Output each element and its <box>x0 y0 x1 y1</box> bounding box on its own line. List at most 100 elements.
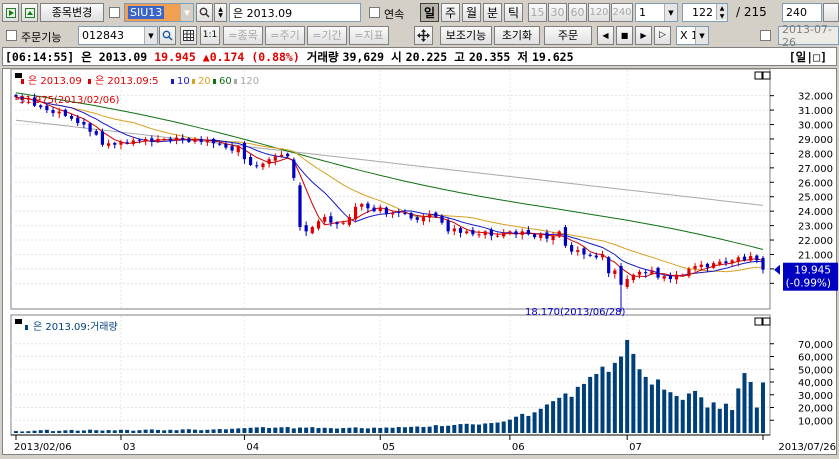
play-icon[interactable] <box>2 3 19 22</box>
legend-ma5-icon <box>88 79 91 84</box>
count-value: 122 <box>692 6 713 19</box>
chevron-down-icon[interactable]: ▼ <box>664 4 677 21</box>
continuous-checkbox[interactable] <box>369 7 380 18</box>
interval-15-button[interactable]: 15 <box>528 3 547 22</box>
chart-area[interactable]: 19.00020.00021.00022.00023.00024.00025.0… <box>2 68 838 456</box>
chart-view-tabs[interactable]: [일|□] <box>789 49 827 65</box>
volume-bar <box>51 431 56 433</box>
chevron-down-icon[interactable]: ▼ <box>180 4 193 21</box>
tab-month[interactable]: 월 <box>462 3 481 22</box>
interval-30-button[interactable]: 30 <box>548 3 567 22</box>
rewind-icon[interactable]: ◀ <box>597 26 614 45</box>
volume-bar <box>211 429 216 433</box>
order-function-checkbox[interactable] <box>6 30 17 41</box>
tab-week[interactable]: 주 <box>441 3 460 22</box>
spin-up-icon[interactable]: ▲ <box>716 4 727 12</box>
chevron-down-icon[interactable]: ▼ <box>144 27 157 44</box>
search-icon[interactable] <box>196 3 213 22</box>
account-search-icon[interactable] <box>159 26 176 45</box>
candle-body <box>749 255 753 261</box>
date-field[interactable]: 2013-07-26 <box>778 23 839 49</box>
next-page-icon[interactable]: ▷ <box>654 26 671 45</box>
volume-bar <box>631 353 636 433</box>
price-tick-label: 32.000 <box>798 92 833 103</box>
volume-bar <box>588 376 593 433</box>
volume-bar <box>14 431 18 433</box>
tab-day[interactable]: 일 <box>420 3 439 22</box>
count-input[interactable]: 122 ▲ ▼ <box>682 3 728 22</box>
one-to-one-button[interactable]: 1:1 <box>200 26 220 45</box>
options-button[interactable] <box>823 3 839 22</box>
volume-bar <box>347 427 352 433</box>
candle-body <box>644 272 648 274</box>
last-value-input[interactable]: 240 <box>782 3 822 22</box>
move-icon[interactable] <box>414 26 433 45</box>
candle-body <box>63 109 67 116</box>
candle-body <box>267 159 271 164</box>
candle-body <box>588 254 592 256</box>
link-period-button[interactable]: =주기 <box>265 26 305 45</box>
candle-body <box>107 143 111 146</box>
spin-down-icon[interactable]: ▼ <box>716 12 727 20</box>
price-tick-label: 23.000 <box>798 222 833 233</box>
link-indicator-button[interactable]: =지표 <box>349 26 389 45</box>
volume-bar <box>260 427 265 433</box>
item-name-field: 은 2013.09 <box>229 3 361 22</box>
volume-bar <box>612 362 617 433</box>
candle-body <box>378 208 382 212</box>
volume-bar <box>20 431 25 433</box>
panel-restore-icon[interactable] <box>754 71 763 80</box>
price-volume-chart[interactable]: 19.00020.00021.00022.00023.00024.00025.0… <box>3 68 838 456</box>
candle-body <box>594 255 598 258</box>
item-spinner[interactable]: ▲ ▼ <box>214 3 227 22</box>
candle-body <box>421 216 426 222</box>
legend-candle-icon <box>21 79 24 84</box>
aux-function-button[interactable]: 보조기능 <box>440 26 492 45</box>
volume-bar <box>446 425 451 433</box>
volume-bar <box>662 389 667 433</box>
volume-bar <box>581 383 586 433</box>
item-code-input[interactable]: SIU13 ▼ <box>124 3 194 22</box>
candle-body <box>712 263 716 268</box>
link-range-button[interactable]: =기간 <box>307 26 347 45</box>
candle-body <box>434 212 438 217</box>
volume-bar <box>174 430 179 433</box>
volume-panel-restore-icon[interactable] <box>754 317 763 326</box>
panel-close-icon[interactable] <box>762 71 771 80</box>
candle-body <box>730 260 734 264</box>
quote-high: 20.355 <box>468 49 511 64</box>
order-button[interactable]: 주문 <box>544 26 592 45</box>
forward-icon[interactable]: ▶ <box>635 26 652 45</box>
interval-select[interactable]: 1 ▼ <box>635 3 678 22</box>
volume-bar <box>304 427 309 433</box>
chevron-down-icon[interactable]: ▼ <box>695 27 708 44</box>
reset-button[interactable]: 초기화 <box>494 26 540 45</box>
account-select[interactable]: 012843 ▼ <box>78 26 158 45</box>
volume-panel-close-icon[interactable] <box>762 317 771 326</box>
interval-120-button[interactable]: 120 <box>588 3 610 22</box>
price-tick-label: 31.000 <box>798 106 833 117</box>
date-checkbox[interactable] <box>760 30 771 41</box>
volume-bar <box>619 356 624 433</box>
candle-body <box>224 144 228 148</box>
volume-bar <box>162 430 167 433</box>
tab-minute[interactable]: 분 <box>483 3 502 22</box>
folder-up-icon[interactable] <box>21 3 38 22</box>
candle-body <box>718 261 722 265</box>
grid-icon[interactable] <box>180 26 197 45</box>
candle-body <box>397 211 401 213</box>
interval-240-button[interactable]: 240 <box>611 3 633 22</box>
tab-tick[interactable]: 틱 <box>504 3 523 22</box>
candle-body <box>625 279 629 287</box>
change-item-button[interactable]: 종목변경 <box>40 3 104 22</box>
volume-bar <box>180 429 185 433</box>
interval-60-button[interactable]: 60 <box>568 3 587 22</box>
candle-body <box>520 231 524 235</box>
link-item-button[interactable]: =종목 <box>223 26 263 45</box>
volume-bar <box>748 382 753 433</box>
multiplier-select[interactable]: X 1 ▼ <box>676 26 709 45</box>
change-item-checkbox[interactable] <box>109 7 120 18</box>
quote-change-pct: (0.88%) <box>251 49 300 64</box>
candle-body <box>458 228 463 233</box>
stop-icon[interactable]: ■ <box>616 26 633 45</box>
